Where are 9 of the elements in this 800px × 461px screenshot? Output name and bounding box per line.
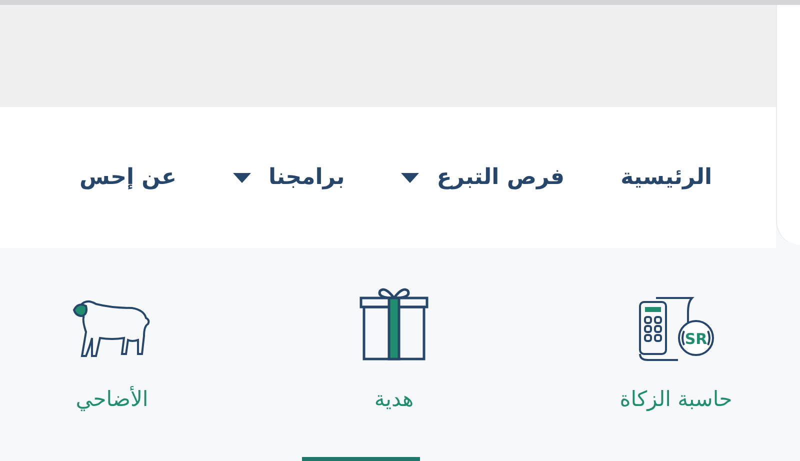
nav-link[interactable]: عن إحس xyxy=(80,161,177,194)
nav-link[interactable]: فرص التبرع xyxy=(400,161,565,194)
caret-down-icon xyxy=(400,172,419,182)
gift-icon xyxy=(359,286,429,362)
nav-link[interactable]: برامجنا xyxy=(232,161,345,194)
service-link[interactable]: هدية xyxy=(314,286,474,416)
caret-down-icon xyxy=(232,172,251,182)
service-link[interactable]: الأضاحي xyxy=(32,286,192,416)
nav-link[interactable]: الرئيسية xyxy=(620,161,712,194)
